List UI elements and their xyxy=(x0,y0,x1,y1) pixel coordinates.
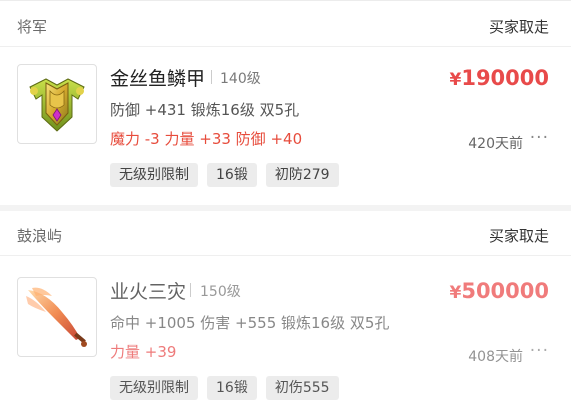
tag: 初伤555 xyxy=(265,376,339,400)
seller-name: 鼓浪屿 xyxy=(17,227,63,245)
listing-time: 408天前 xyxy=(468,349,523,365)
seller-name: 将军 xyxy=(17,18,48,36)
listing-header: 将军 买家取走 xyxy=(0,6,571,47)
tag-list: 无级别限制 16锻 初防279 xyxy=(110,163,339,187)
tag: 初防279 xyxy=(265,163,339,187)
item-name[interactable]: 业火三灾 xyxy=(110,277,186,304)
item-thumbnail[interactable] xyxy=(17,64,97,144)
divider xyxy=(0,0,571,1)
item-level: 150级 xyxy=(200,284,241,300)
currency-symbol: ¥ xyxy=(449,70,462,90)
currency-symbol: ¥ xyxy=(449,283,462,303)
listing-header: 鼓浪屿 买家取走 xyxy=(0,215,571,256)
listing-card[interactable]: 鼓浪屿 买家取走 业火三灾 150级 命中 +1005 伤害 +555 锻炼16… xyxy=(0,211,571,410)
item-extra-stats: 魔力 -3 力量 +33 防御 +40 xyxy=(110,130,303,148)
item-stats: 命中 +1005 伤害 +555 锻炼16级 双5孔 xyxy=(110,314,390,332)
tag: 无级别限制 xyxy=(110,163,198,187)
item-thumbnail[interactable] xyxy=(17,277,97,357)
divider xyxy=(190,283,191,297)
item-extra-stats: 力量 +39 xyxy=(110,343,177,361)
item-stats: 防御 +431 锻炼16级 双5孔 xyxy=(110,101,300,119)
armor-icon xyxy=(29,78,85,132)
more-options-icon[interactable]: ··· xyxy=(530,128,549,148)
price-value: 190000 xyxy=(461,66,549,90)
trade-status: 买家取走 xyxy=(488,18,549,36)
listing-time: 420天前 xyxy=(468,136,523,152)
trade-status: 买家取走 xyxy=(488,227,549,245)
item-price: ¥500000 xyxy=(449,279,549,303)
divider xyxy=(211,70,212,84)
item-level: 140级 xyxy=(220,71,261,87)
listing-card[interactable]: 将军 买家取走 金丝鱼鳞甲 140级 防御 +431 锻炼16级 双5孔 魔力 … xyxy=(0,0,571,205)
price-value: 500000 xyxy=(461,279,549,303)
tag: 16锻 xyxy=(207,163,257,187)
more-options-icon[interactable]: ··· xyxy=(530,341,549,361)
sword-icon xyxy=(26,287,87,347)
item-name[interactable]: 金丝鱼鳞甲 xyxy=(110,64,205,91)
tag-list: 无级别限制 16锻 初伤555 xyxy=(110,376,339,400)
tag: 无级别限制 xyxy=(110,376,198,400)
tag: 16锻 xyxy=(207,376,257,400)
item-price: ¥190000 xyxy=(449,66,549,90)
